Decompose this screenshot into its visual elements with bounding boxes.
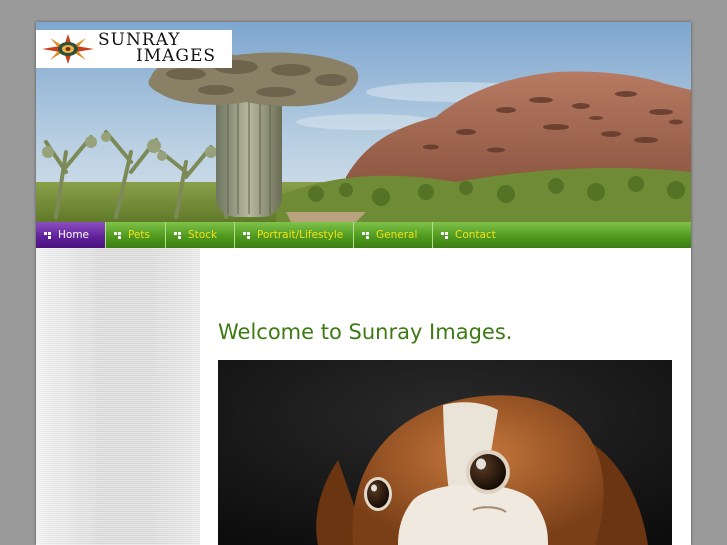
nav-item-pets[interactable]: Pets bbox=[106, 222, 166, 248]
main-nav: Home Pets Stock Portrait/Lifestyle Gener… bbox=[36, 222, 691, 248]
sunburst-logo-icon bbox=[42, 34, 94, 64]
nav-bullet-icon bbox=[362, 231, 371, 239]
nav-bullet-icon bbox=[174, 231, 183, 239]
nav-item-label: Pets bbox=[128, 229, 151, 241]
nav-item-label: Portrait/Lifestyle bbox=[257, 229, 344, 241]
nav-item-contact[interactable]: Contact bbox=[433, 222, 691, 248]
nav-bullet-icon bbox=[114, 231, 123, 239]
dog-portrait-image bbox=[218, 360, 672, 545]
beagle-photo bbox=[218, 360, 672, 545]
logo-text-line2: IMAGES bbox=[136, 46, 217, 66]
nav-item-general[interactable]: General bbox=[354, 222, 433, 248]
left-sidebar bbox=[36, 248, 200, 545]
nav-bullet-icon bbox=[44, 231, 53, 239]
page-container: SUNRAY IMAGES Home Pets Stock Portrait/L… bbox=[36, 22, 691, 545]
nav-bullet-icon bbox=[243, 231, 252, 239]
nav-item-label: Home bbox=[58, 229, 90, 241]
nav-item-label: Contact bbox=[455, 229, 496, 241]
nav-item-label: Stock bbox=[188, 229, 218, 241]
site-logo[interactable]: SUNRAY IMAGES bbox=[36, 30, 232, 68]
nav-bullet-icon bbox=[441, 231, 450, 239]
nav-item-home[interactable]: Home bbox=[36, 222, 106, 248]
nav-item-stock[interactable]: Stock bbox=[166, 222, 235, 248]
header-banner: SUNRAY IMAGES bbox=[36, 22, 691, 222]
page-title: Welcome to Sunray Images. bbox=[218, 320, 513, 344]
nav-item-label: General bbox=[376, 229, 418, 241]
nav-item-portrait-lifestyle[interactable]: Portrait/Lifestyle bbox=[235, 222, 354, 248]
